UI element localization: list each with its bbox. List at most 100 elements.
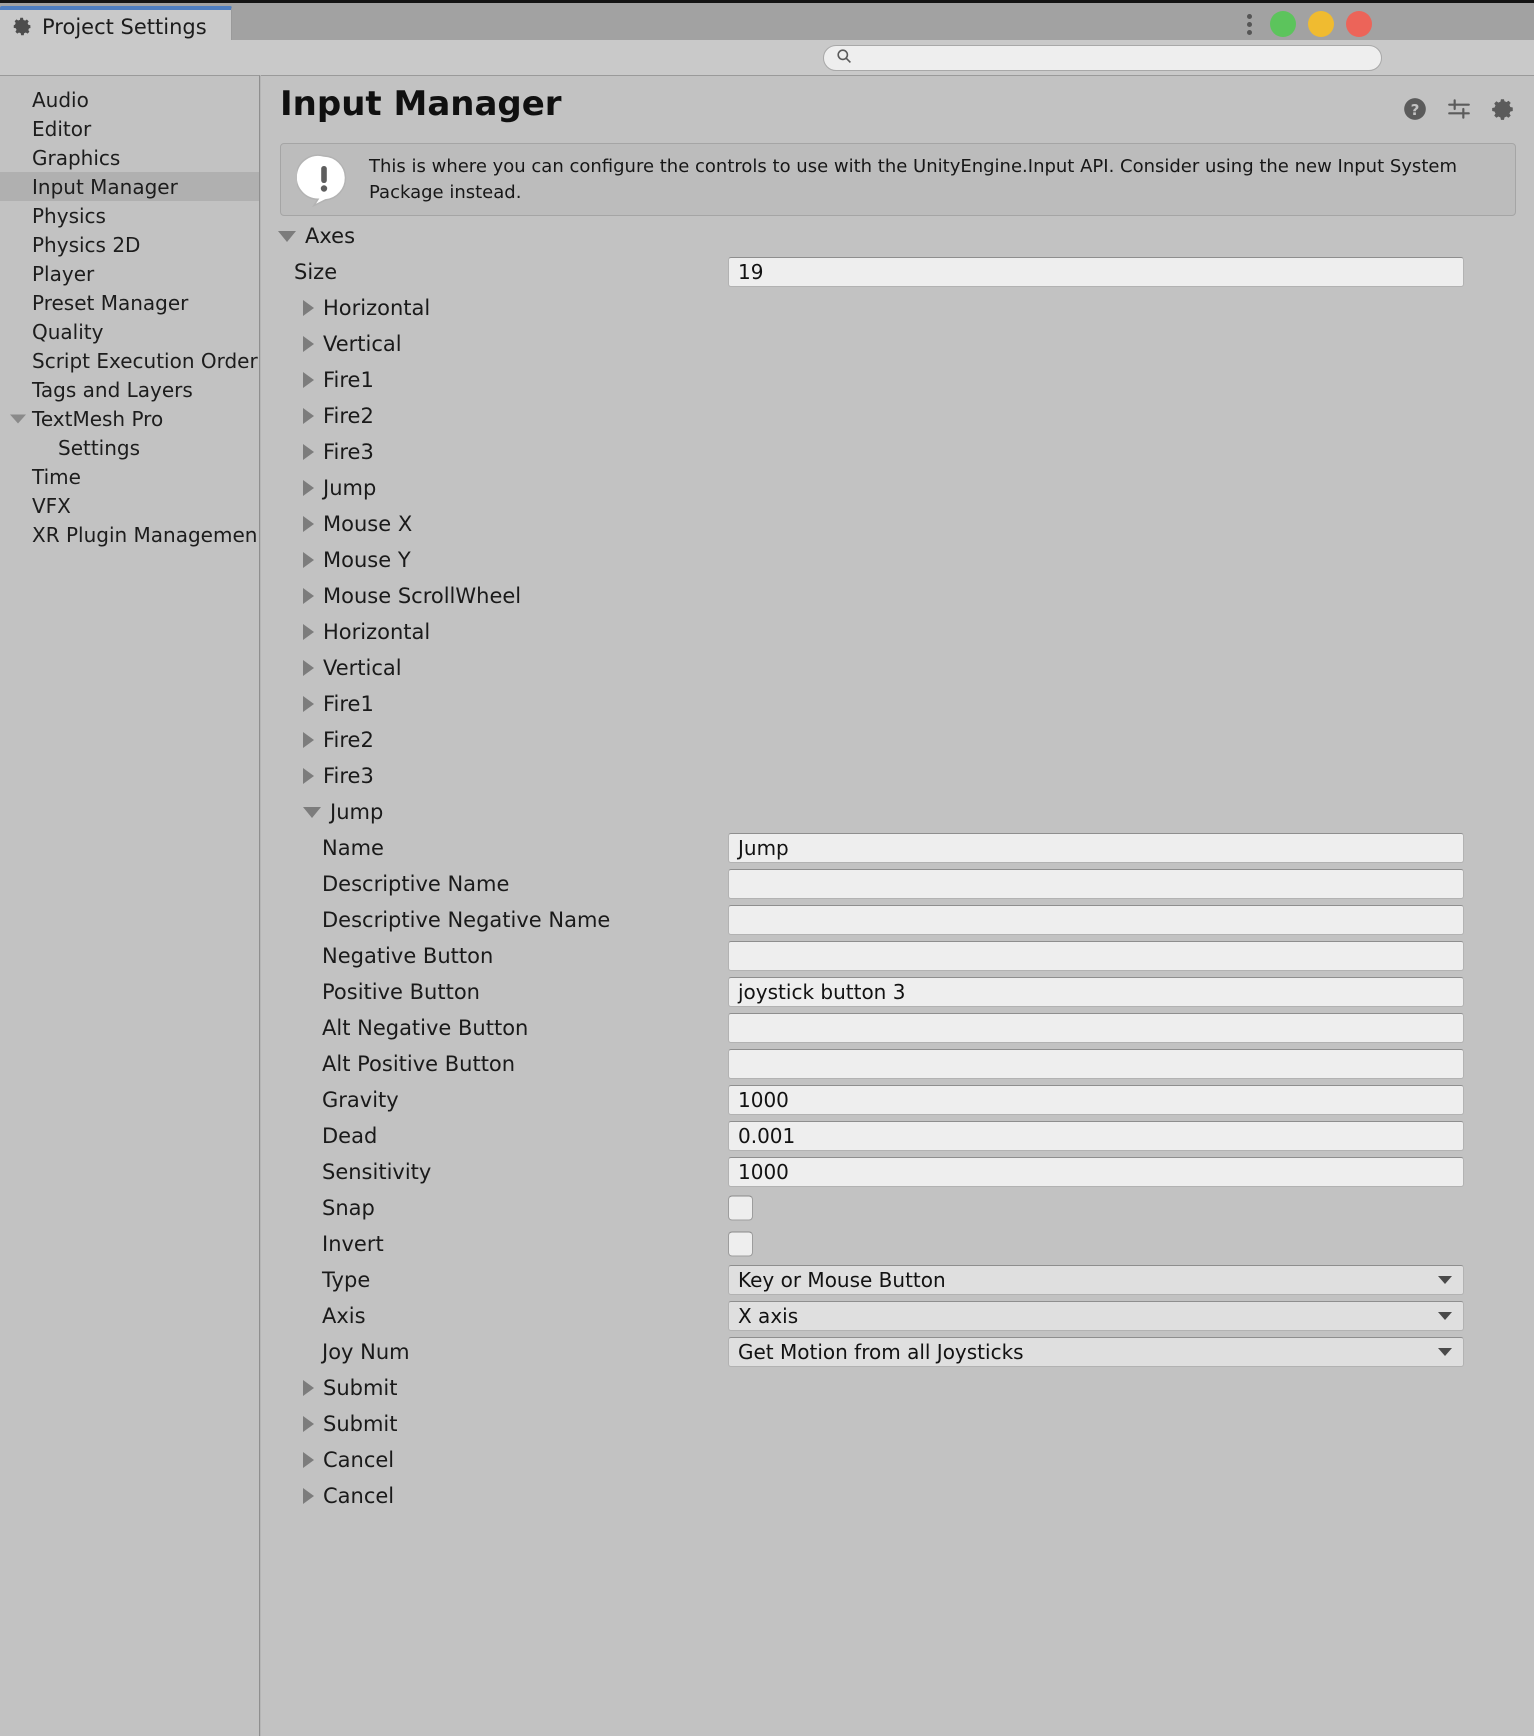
property-row-fire1: Fire1: [261, 686, 1534, 722]
input-name[interactable]: Jump: [728, 833, 1464, 863]
property-row-positive-button: Positive Button joystick button 3: [261, 974, 1534, 1010]
help-icon[interactable]: ?: [1402, 96, 1428, 122]
sidebar-item-preset-manager[interactable]: Preset Manager: [0, 288, 259, 317]
sidebar-item-input-manager[interactable]: Input Manager: [0, 172, 259, 201]
chevron-right-icon[interactable]: [303, 336, 314, 352]
checkbox-invert[interactable]: [728, 1231, 753, 1257]
dropdown-type[interactable]: Key or Mouse Button: [728, 1265, 1464, 1295]
sidebar-item-label: Settings: [58, 435, 141, 460]
input-size[interactable]: 19: [728, 257, 1464, 287]
chevron-right-icon[interactable]: [303, 588, 314, 604]
property-row-vertical: Vertical: [261, 650, 1534, 686]
sidebar-item-physics[interactable]: Physics: [0, 201, 259, 230]
sidebar-item-textmesh-pro[interactable]: TextMesh Pro: [0, 404, 259, 433]
sidebar-item-label: Script Execution Order: [32, 348, 258, 373]
settings-gear-icon[interactable]: [1490, 96, 1516, 122]
search-input[interactable]: [858, 49, 1358, 67]
property-label: Submit: [323, 1376, 398, 1400]
sidebar-item-label: Graphics: [32, 145, 121, 170]
property-row-vertical: Vertical: [261, 326, 1534, 362]
property-label: Size: [294, 260, 338, 284]
chevron-right-icon[interactable]: [303, 768, 314, 784]
chevron-right-icon[interactable]: [303, 1416, 314, 1432]
chevron-right-icon[interactable]: [303, 372, 314, 388]
input-alt-negative-button[interactable]: [728, 1013, 1464, 1043]
property-row-dead: Dead 0.001: [261, 1118, 1534, 1154]
chevron-right-icon[interactable]: [303, 408, 314, 424]
property-label: Horizontal: [323, 620, 431, 644]
chevron-down-icon: [1438, 1312, 1452, 1320]
sidebar-item-physics-2d[interactable]: Physics 2D: [0, 230, 259, 259]
input-positive-button[interactable]: joystick button 3: [728, 977, 1464, 1007]
sidebar-item-player[interactable]: Player: [0, 259, 259, 288]
sidebar-item-time[interactable]: Time: [0, 462, 259, 491]
maximize-button[interactable]: [1308, 11, 1334, 37]
close-button[interactable]: [1346, 11, 1372, 37]
chevron-right-icon[interactable]: [303, 696, 314, 712]
chevron-right-icon[interactable]: [303, 1488, 314, 1504]
chevron-right-icon[interactable]: [303, 732, 314, 748]
input-alt-positive-button[interactable]: [728, 1049, 1464, 1079]
input-descriptive-negative-name[interactable]: [728, 905, 1464, 935]
sidebar-item-xr-plugin-managemen[interactable]: XR Plugin Managemen: [0, 520, 259, 549]
property-row-horizontal: Horizontal: [261, 290, 1534, 326]
sidebar-item-label: Input Manager: [32, 174, 178, 199]
property-label: Jump: [323, 476, 377, 500]
main-panel: Input Manager ? This is where you can co…: [261, 75, 1534, 1736]
input-value: Jump: [738, 836, 789, 860]
property-label: Fire2: [323, 404, 374, 428]
property-row-cancel: Cancel: [261, 1478, 1534, 1514]
property-row-gravity: Gravity 1000: [261, 1082, 1534, 1118]
property-label: Mouse X: [323, 512, 413, 536]
chevron-right-icon[interactable]: [303, 660, 314, 676]
sidebar-item-audio[interactable]: Audio: [0, 85, 259, 114]
sidebar-item-label: Tags and Layers: [32, 377, 193, 402]
property-label: Axis: [322, 1304, 366, 1328]
tab-label: Project Settings: [42, 14, 207, 39]
sidebar-item-label: Time: [32, 464, 81, 489]
dropdown-axis[interactable]: X axis: [728, 1301, 1464, 1331]
property-label: Sensitivity: [322, 1160, 432, 1184]
chevron-right-icon[interactable]: [303, 552, 314, 568]
minimize-button[interactable]: [1270, 11, 1296, 37]
kebab-menu-icon[interactable]: [1238, 9, 1260, 39]
preset-icon[interactable]: [1446, 96, 1472, 122]
tab-project-settings[interactable]: Project Settings: [0, 6, 232, 43]
chevron-right-icon[interactable]: [303, 624, 314, 640]
sidebar-item-editor[interactable]: Editor: [0, 114, 259, 143]
sidebar-item-settings[interactable]: Settings: [0, 433, 259, 462]
input-gravity[interactable]: 1000: [728, 1085, 1464, 1115]
property-label: Alt Positive Button: [322, 1052, 516, 1076]
checkbox-snap[interactable]: [728, 1195, 753, 1221]
input-negative-button[interactable]: [728, 941, 1464, 971]
chevron-right-icon[interactable]: [303, 1452, 314, 1468]
property-label: Fire1: [323, 692, 374, 716]
property-row-fire3: Fire3: [261, 758, 1534, 794]
chevron-right-icon[interactable]: [303, 444, 314, 460]
kebab-dot: [1246, 21, 1252, 27]
input-sensitivity[interactable]: 1000: [728, 1157, 1464, 1187]
window-titlebar: Project Settings: [0, 0, 1534, 43]
chevron-right-icon[interactable]: [303, 1380, 314, 1396]
chevron-down-icon[interactable]: [303, 806, 321, 818]
input-dead[interactable]: 0.001: [728, 1121, 1464, 1151]
search-field[interactable]: [823, 45, 1382, 71]
sidebar-item-tags-and-layers[interactable]: Tags and Layers: [0, 375, 259, 404]
property-row-descriptive-name: Descriptive Name: [261, 866, 1534, 902]
property-row-mouse-scrollwheel: Mouse ScrollWheel: [261, 578, 1534, 614]
property-list: Axes Size 19 Horizontal Vertical Fire1 Fire2 Fi…: [261, 218, 1534, 1514]
input-value: joystick button 3: [738, 980, 906, 1004]
sidebar-item-script-execution-order[interactable]: Script Execution Order: [0, 346, 259, 375]
sidebar-item-quality[interactable]: Quality: [0, 317, 259, 346]
chevron-down-icon[interactable]: [278, 230, 296, 242]
chevron-right-icon[interactable]: [303, 516, 314, 532]
chevron-right-icon[interactable]: [303, 300, 314, 316]
property-label: Descriptive Name: [322, 872, 510, 896]
sidebar-item-vfx[interactable]: VFX: [0, 491, 259, 520]
chevron-down-icon[interactable]: [10, 414, 26, 423]
chevron-right-icon[interactable]: [303, 480, 314, 496]
dropdown-joy-num[interactable]: Get Motion from all Joysticks: [728, 1337, 1464, 1367]
sidebar-item-graphics[interactable]: Graphics: [0, 143, 259, 172]
property-label: Joy Num: [322, 1340, 410, 1364]
input-descriptive-name[interactable]: [728, 869, 1464, 899]
